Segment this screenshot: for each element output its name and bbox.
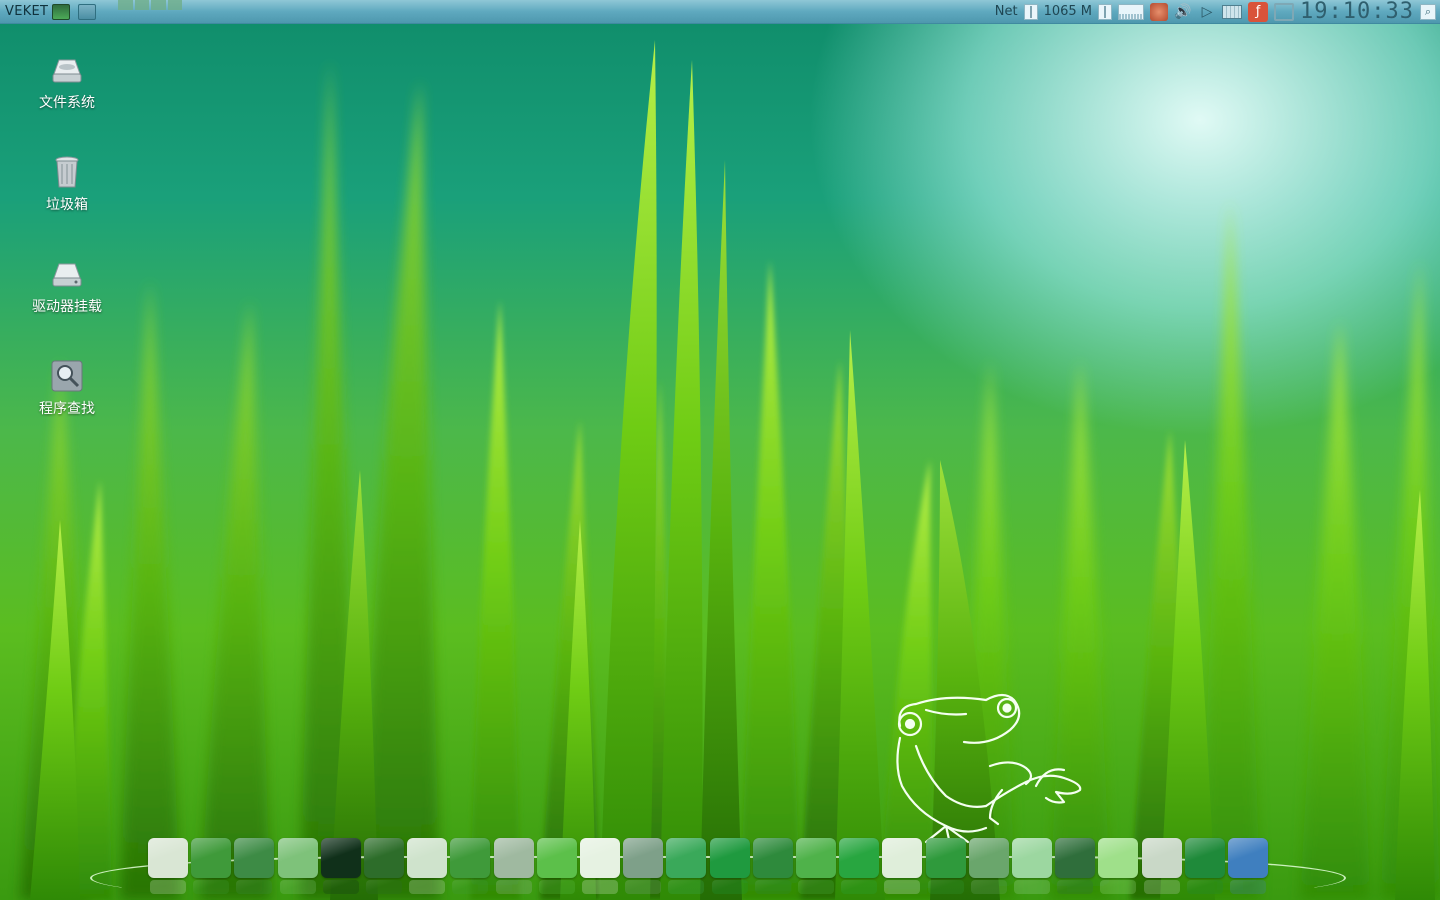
system-tray: Net 1065 M 🔊 ▷ ƒ 19:10:33 ⌕ (995, 0, 1440, 24)
trash-icon (55, 156, 79, 188)
hard-drive-icon (52, 59, 82, 83)
camera-icon[interactable] (493, 838, 534, 894)
start-menu-button[interactable]: VEKET (0, 4, 52, 19)
drive-green-icon[interactable] (1098, 838, 1139, 894)
users-icon[interactable] (623, 838, 664, 894)
desktop-icon-label: 程序查找 (39, 401, 95, 417)
search-icon[interactable]: ⌕ (1420, 3, 1436, 20)
network-disc-icon[interactable] (709, 838, 750, 894)
desktop-icon-trash[interactable]: 垃圾箱 (12, 154, 122, 214)
keyboard-layout-icon[interactable] (1222, 4, 1243, 19)
headphones-icon[interactable] (839, 838, 880, 894)
memory-meter (1098, 3, 1113, 20)
frog-mascot-icon (896, 693, 1082, 846)
leaf-brush-icon[interactable] (364, 838, 404, 894)
map-search-icon[interactable] (1012, 838, 1052, 894)
media-play-icon[interactable] (925, 838, 966, 894)
desktop-icon-filesystem[interactable]: 文件系统 (12, 52, 122, 112)
desktop-wallpaper (0, 0, 1440, 900)
net-meter (1023, 3, 1038, 20)
workspace-switcher[interactable] (118, 0, 183, 10)
top-panel-left: VEKET (0, 0, 183, 24)
music-note-icon[interactable] (796, 838, 836, 894)
editor-pen-icon[interactable] (752, 838, 793, 894)
display-monitor-icon[interactable] (234, 838, 275, 894)
settings-gear-icon[interactable] (191, 838, 232, 894)
desktop-icon-app-search[interactable]: 程序查找 (12, 358, 122, 418)
leaf-app-icon[interactable] (536, 838, 577, 894)
keyboard-icon[interactable] (407, 838, 448, 894)
power-button-icon[interactable] (1184, 838, 1225, 894)
app-search-icon (51, 360, 83, 392)
windows-list-icon[interactable] (1274, 2, 1295, 21)
drive-mount-icon (52, 263, 82, 287)
magnifier-icon[interactable] (968, 838, 1009, 894)
play-tray-icon[interactable]: ▷ (1198, 4, 1216, 20)
desktop-icon-drive-mount[interactable]: 驱动器挂载 (12, 256, 122, 316)
file-manager-launcher-icon[interactable] (78, 3, 97, 20)
workspace-4[interactable] (167, 0, 183, 10)
sync-refresh-icon[interactable] (1141, 838, 1182, 894)
application-dock (90, 838, 1346, 900)
net-label: Net (994, 4, 1018, 19)
top-panel: VEKET Net 1065 M 🔊 ▷ ƒ 19:10:33 ⌕ (0, 0, 1440, 24)
memory-readout: 1065 M (1043, 4, 1093, 19)
workspace-2[interactable] (134, 0, 150, 10)
browser-globe-icon[interactable] (666, 838, 707, 894)
desktop-icon-label: 垃圾箱 (46, 197, 88, 213)
cd-disc-icon[interactable] (882, 838, 923, 894)
desktop-icon-label: 文件系统 (39, 95, 95, 111)
cpu-graph (1118, 3, 1145, 20)
terminal-launcher-icon[interactable] (52, 3, 71, 20)
volume-icon[interactable]: 🔊 (1174, 4, 1192, 20)
app-tray-icon[interactable] (1150, 2, 1169, 21)
spreadsheet-icon[interactable] (277, 838, 318, 894)
eye-viewer-icon[interactable] (320, 838, 361, 894)
paint-pencil-icon[interactable] (450, 838, 491, 894)
workspace-1[interactable] (118, 0, 133, 10)
photo-camera-icon[interactable] (1055, 838, 1096, 894)
clock[interactable]: 19:10:33 (1300, 0, 1414, 23)
desktop-icon-label: 驱动器挂载 (32, 299, 102, 315)
workspace-3[interactable] (151, 0, 166, 10)
flash-tray-icon[interactable]: ƒ (1248, 1, 1269, 22)
wallpaper-changer-icon[interactable] (1228, 838, 1268, 894)
pdf-document-icon[interactable] (580, 838, 620, 894)
home-folder-icon[interactable] (148, 838, 188, 894)
